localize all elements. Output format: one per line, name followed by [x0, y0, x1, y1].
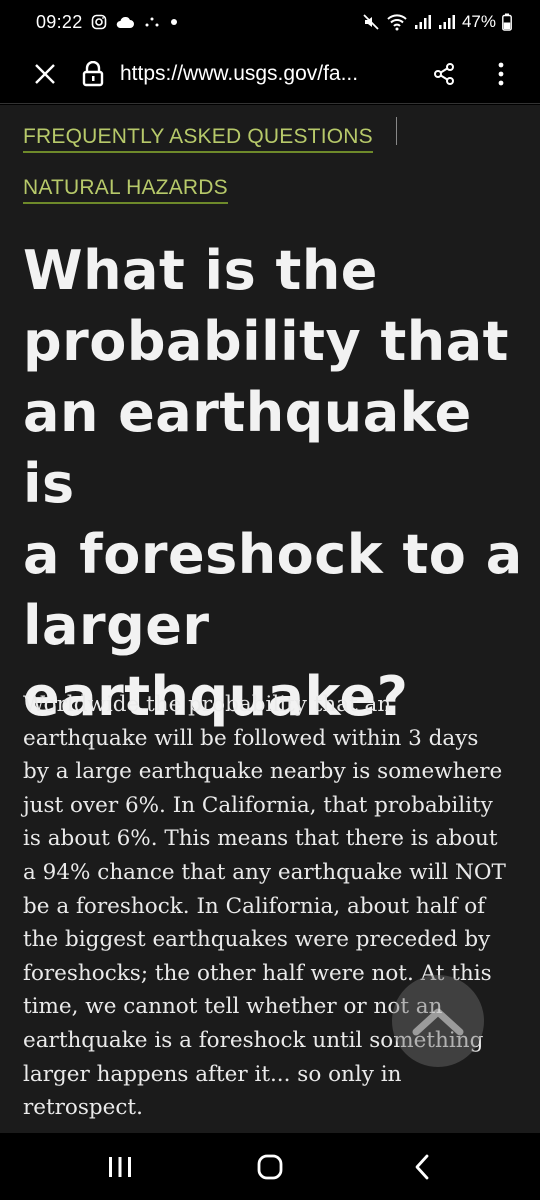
body-line: a 94% chance that any earthquake will NO… [23, 859, 506, 885]
battery-icon [502, 13, 512, 31]
share-button[interactable] [424, 54, 464, 94]
share-icon [434, 62, 454, 85]
close-icon [35, 63, 55, 84]
body-line: by a large earthquake nearby is somewher… [23, 759, 503, 785]
breadcrumb-natural-hazards[interactable]: NATURAL HAZARDS [23, 176, 228, 204]
title-line: an earthquake is [23, 381, 472, 515]
dots-icon [143, 16, 161, 28]
signal-icon [438, 14, 456, 30]
status-left: 09:22 [36, 12, 179, 33]
instagram-icon [91, 14, 107, 30]
status-bar: 09:22 47% [0, 0, 540, 44]
recents-button[interactable] [90, 1147, 150, 1187]
cloud-icon [115, 15, 135, 29]
back-button[interactable] [392, 1147, 452, 1187]
battery-percent: 47% [461, 12, 496, 31]
body-line: Worldwide the probability that an [23, 692, 392, 717]
breadcrumb-faq[interactable]: FREQUENTLY ASKED QUESTIONS [23, 125, 373, 153]
status-time: 09:22 [36, 11, 83, 32]
home-button[interactable] [240, 1147, 300, 1187]
more-menu-button[interactable] [486, 54, 516, 94]
lock-icon[interactable] [78, 54, 108, 94]
title-line: larger [23, 594, 210, 657]
title-line: probability that [23, 310, 509, 373]
body-line: the biggest earthquakes were preceded by [23, 927, 491, 953]
status-right: 47% [362, 12, 512, 32]
recents-icon [109, 1157, 131, 1177]
home-icon [257, 1154, 283, 1180]
back-icon [415, 1154, 429, 1180]
body-line: is about 6%. This means that there is ab… [23, 826, 498, 852]
browser-toolbar: https://www.usgs.gov/fa... [0, 44, 540, 104]
breadcrumb-divider [396, 117, 397, 145]
system-nav-bar [0, 1133, 540, 1200]
mute-icon [362, 13, 380, 31]
chevron-up-icon [412, 1008, 464, 1036]
close-tab-button[interactable] [20, 49, 70, 99]
body-line: be a foreshock. In California, about hal… [23, 893, 486, 919]
body-line: retrospect. [23, 1095, 143, 1121]
url-bar[interactable]: https://www.usgs.gov/fa... [120, 62, 410, 86]
page-title: What is the probability that an earthqua… [23, 235, 523, 732]
body-line: earthquake will be followed within 3 day… [23, 725, 479, 751]
wifi-icon [386, 13, 408, 31]
page-content: FREQUENTLY ASKED QUESTIONS NATURAL HAZAR… [0, 105, 540, 1133]
title-line: a foreshock to a [23, 523, 523, 586]
dot-icon [169, 17, 179, 27]
scroll-to-top-button[interactable] [392, 975, 484, 1067]
more-vert-icon [498, 62, 504, 85]
title-line: What is the [23, 239, 378, 302]
body-line: just over 6%. In California, that probab… [23, 792, 493, 818]
signal-icon [414, 14, 432, 30]
